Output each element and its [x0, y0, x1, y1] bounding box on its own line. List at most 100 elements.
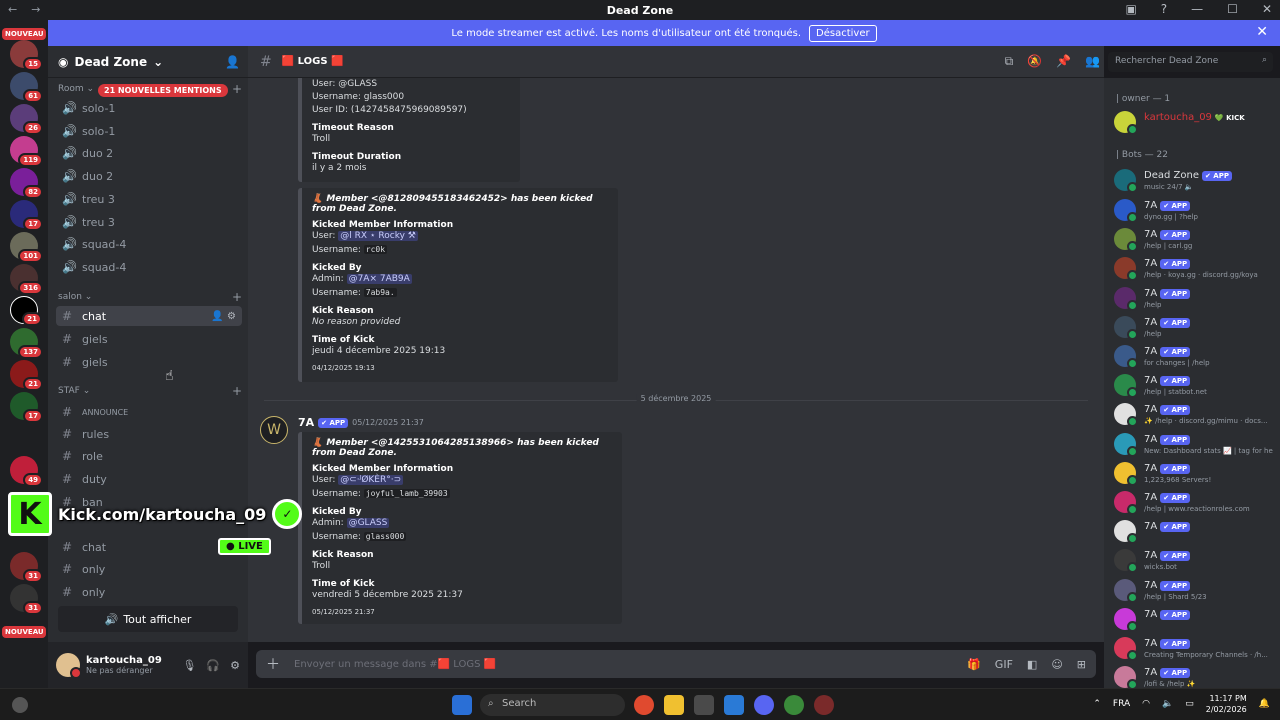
sticker-icon[interactable]: ◧: [1027, 658, 1037, 671]
channel-settings-icons[interactable]: 👤 ⚙: [211, 311, 236, 322]
server-icon[interactable]: 31: [10, 552, 43, 583]
add-channel-icon[interactable]: +: [232, 290, 242, 304]
mic-icon[interactable]: 🎙: [182, 659, 196, 672]
invite-icon[interactable]: 👤: [225, 55, 240, 69]
add-channel-icon[interactable]: +: [232, 82, 242, 96]
channel-item[interactable]: 🔊 squad-4: [56, 234, 242, 254]
channel-item[interactable]: # chat: [56, 537, 242, 557]
channel-item[interactable]: 🔊 squad-4: [56, 257, 242, 277]
member-bot[interactable]: 7A ✔ APP: [1114, 519, 1274, 547]
gift-icon[interactable]: 🎁: [967, 658, 981, 671]
gear-icon[interactable]: ⚙: [230, 659, 240, 672]
widgets-icon[interactable]: [12, 697, 28, 713]
server-icon[interactable]: 15: [10, 40, 43, 71]
channel-item[interactable]: # duty: [56, 469, 242, 489]
channel-item[interactable]: 🔊 solo-1: [56, 98, 242, 118]
server-icon[interactable]: 316: [10, 264, 43, 295]
member-bot[interactable]: Dead Zone ✔ APP music 24/7 🔈: [1114, 168, 1274, 196]
notification-bell-icon[interactable]: 🔕: [1027, 54, 1042, 69]
avatar[interactable]: [56, 653, 82, 679]
user-mention[interactable]: @⊂·ᴶØKÈR°·⊃: [338, 475, 404, 485]
member-bot[interactable]: 7A ✔ APP Creating Temporary Channels · /h.…: [1114, 636, 1274, 664]
admin-mention[interactable]: @GLASS: [346, 518, 390, 528]
maximize-icon[interactable]: ☐: [1227, 2, 1238, 16]
server-icon[interactable]: 101: [10, 232, 43, 263]
disable-streamer-button[interactable]: Désactiver: [809, 24, 877, 42]
chrome-profile-icon[interactable]: [784, 695, 804, 715]
discord-icon[interactable]: [754, 695, 774, 715]
channel-item[interactable]: # only: [56, 559, 242, 579]
gif-icon[interactable]: GIF: [995, 658, 1013, 671]
message-author[interactable]: 7A: [298, 416, 314, 429]
channel-item[interactable]: # ANNOUNCE: [56, 402, 242, 422]
category-room[interactable]: Room ⌄ +: [58, 82, 242, 96]
server-icon[interactable]: 21: [10, 360, 43, 391]
emoji-icon[interactable]: ☺: [1051, 658, 1062, 671]
member-bot[interactable]: 7A ✔ APP dyno.gg | ?help: [1114, 198, 1274, 226]
server-icon[interactable]: 17: [10, 392, 43, 423]
threads-icon[interactable]: ⧉: [1005, 54, 1014, 69]
channel-item[interactable]: # giels: [56, 329, 242, 349]
channel-item[interactable]: # giels: [56, 352, 242, 372]
admin-mention[interactable]: @7A× 7AB9A: [346, 274, 412, 284]
members-icon[interactable]: 👥: [1085, 54, 1100, 69]
user-mention[interactable]: @l RX ⋆ Rocky ⚒: [338, 231, 418, 241]
language-indicator[interactable]: FRA: [1113, 699, 1130, 709]
server-icon[interactable]: 119: [10, 136, 43, 167]
mail-icon[interactable]: [724, 695, 744, 715]
mentions-pill[interactable]: 21 NOUVELLES MENTIONS: [98, 84, 228, 97]
member-bot[interactable]: 7A ✔ APP/lofi & /help ✨: [1114, 665, 1274, 688]
channel-item[interactable]: 🔊 treu 3: [56, 189, 242, 209]
channel-item-chat-active[interactable]: # chat 👤 ⚙: [56, 306, 242, 326]
clock[interactable]: 11:17 PM 2/02/2026: [1206, 693, 1247, 715]
channel-item[interactable]: 🔊 duo 2: [56, 143, 242, 163]
member-bot[interactable]: 7A ✔ APP ✨ /help · discord.gg/mimu · docs.…: [1114, 402, 1274, 430]
volume-icon[interactable]: 🔈: [1162, 699, 1173, 709]
category-staf[interactable]: STAF ⌄ +: [58, 384, 242, 398]
apps-icon[interactable]: ⊞: [1077, 658, 1086, 671]
member-bot[interactable]: 7A ✔ APP wicks.bot: [1114, 548, 1274, 576]
server-icon[interactable]: 26: [10, 104, 43, 135]
member-bot[interactable]: 7A ✔ APP/help: [1114, 286, 1274, 314]
headphones-icon[interactable]: 🎧: [206, 659, 220, 672]
bot-avatar[interactable]: W: [260, 416, 288, 444]
server-icon[interactable]: 82: [10, 168, 43, 199]
channel-item[interactable]: # rules: [56, 424, 242, 444]
member-bot[interactable]: 7A ✔ APP/help | www.reactionroles.com: [1114, 490, 1274, 518]
server-icon[interactable]: 31: [10, 584, 43, 615]
member-owner[interactable]: kartoucha_09 💚 KICK: [1114, 110, 1274, 138]
message-composer[interactable]: ＋ Envoyer un message dans #🟥 LOGS 🟥 🎁 GI…: [256, 650, 1096, 678]
channel-item[interactable]: # only: [56, 582, 242, 602]
channel-item[interactable]: # role: [56, 446, 242, 466]
add-attachment-icon[interactable]: ＋: [266, 654, 280, 674]
member-bot[interactable]: 7A ✔ APP/help · koya.gg · discord.gg/koya: [1114, 256, 1274, 284]
notification-icon[interactable]: 🔔: [1259, 699, 1270, 709]
minimize-icon[interactable]: —: [1191, 2, 1203, 16]
show-all-button[interactable]: 🔊 Tout afficher: [58, 606, 238, 632]
member-bot[interactable]: 7A ✔ APP New: Dashboard stats 📈 | tag for …: [1114, 432, 1274, 460]
search-input[interactable]: Rechercher Dead Zone ⌕: [1108, 52, 1273, 72]
app-icon[interactable]: [814, 695, 834, 715]
pin-icon[interactable]: 📌: [1056, 54, 1071, 69]
server-icon[interactable]: 61: [10, 72, 43, 103]
member-bot[interactable]: 7A ✔ APP 1,223,968 Servers!: [1114, 461, 1274, 489]
wifi-icon[interactable]: ◠: [1142, 699, 1150, 709]
chrome-icon[interactable]: [634, 695, 654, 715]
channel-item[interactable]: 🔊 duo 2: [56, 166, 242, 186]
inbox-icon[interactable]: ▣: [1125, 2, 1136, 16]
guild-header[interactable]: ◉ Dead Zone ⌄ 👤: [48, 46, 248, 78]
help-icon[interactable]: ?: [1161, 2, 1167, 16]
member-bot[interactable]: 7A ✔ APP for changes | /help: [1114, 344, 1274, 372]
server-icon[interactable]: 17: [10, 200, 43, 231]
channel-item[interactable]: 🔊 treu 3: [56, 212, 242, 232]
add-channel-icon[interactable]: +: [232, 384, 242, 398]
close-window-icon[interactable]: ✕: [1262, 2, 1272, 16]
member-bot[interactable]: 7A ✔ APP/help | Shard 5/23: [1114, 578, 1274, 606]
server-icon[interactable]: 137: [10, 328, 43, 359]
server-icon[interactable]: 21: [10, 296, 42, 326]
battery-icon[interactable]: ▭: [1185, 699, 1194, 709]
member-bot[interactable]: 7A ✔ APP/help: [1114, 315, 1274, 343]
server-icon[interactable]: 49: [10, 456, 43, 487]
file-explorer-icon[interactable]: [664, 695, 684, 715]
chevron-up-icon[interactable]: ⌃: [1093, 699, 1101, 709]
